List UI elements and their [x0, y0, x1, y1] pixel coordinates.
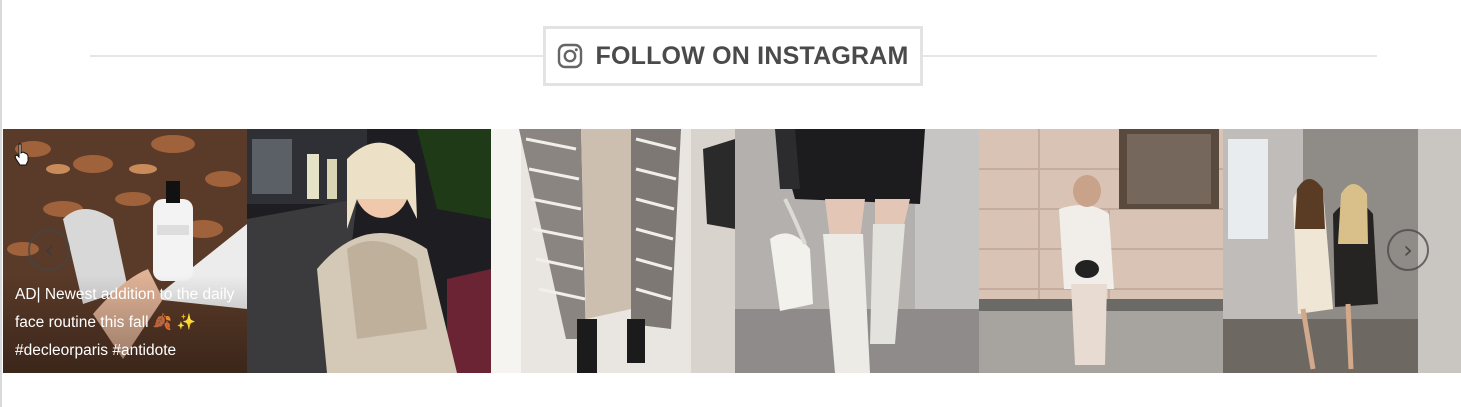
instagram-feed: AD| Newest addition to the daily face ro… — [3, 129, 1461, 373]
carousel-next-button[interactable]: › — [1387, 229, 1429, 271]
chevron-right-icon: › — [1403, 236, 1413, 264]
divider-right — [921, 55, 1377, 57]
divider-left — [90, 55, 545, 57]
feed-post[interactable] — [491, 129, 735, 373]
post-image — [735, 129, 979, 373]
post-image — [491, 129, 735, 373]
post-image — [979, 129, 1223, 373]
page-border — [0, 0, 2, 407]
pointer-cursor-icon — [14, 143, 29, 166]
section-title: FOLLOW ON INSTAGRAM — [595, 41, 909, 70]
feed-post[interactable] — [979, 129, 1223, 373]
instagram-icon — [557, 43, 583, 69]
chevron-left-icon: ‹ — [44, 236, 54, 264]
post-image — [247, 129, 491, 373]
carousel-prev-button[interactable]: ‹ — [28, 229, 70, 271]
post-caption: AD| Newest addition to the daily face ro… — [3, 275, 247, 373]
feed-post[interactable] — [735, 129, 979, 373]
instagram-header[interactable]: FOLLOW ON INSTAGRAM — [543, 26, 923, 86]
feed-post[interactable] — [247, 129, 491, 373]
